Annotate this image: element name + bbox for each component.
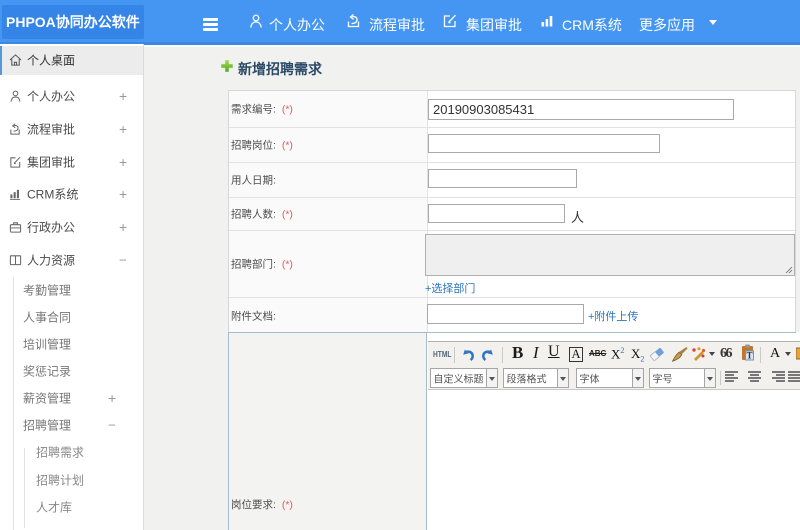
svg-text:T: T — [746, 351, 752, 361]
